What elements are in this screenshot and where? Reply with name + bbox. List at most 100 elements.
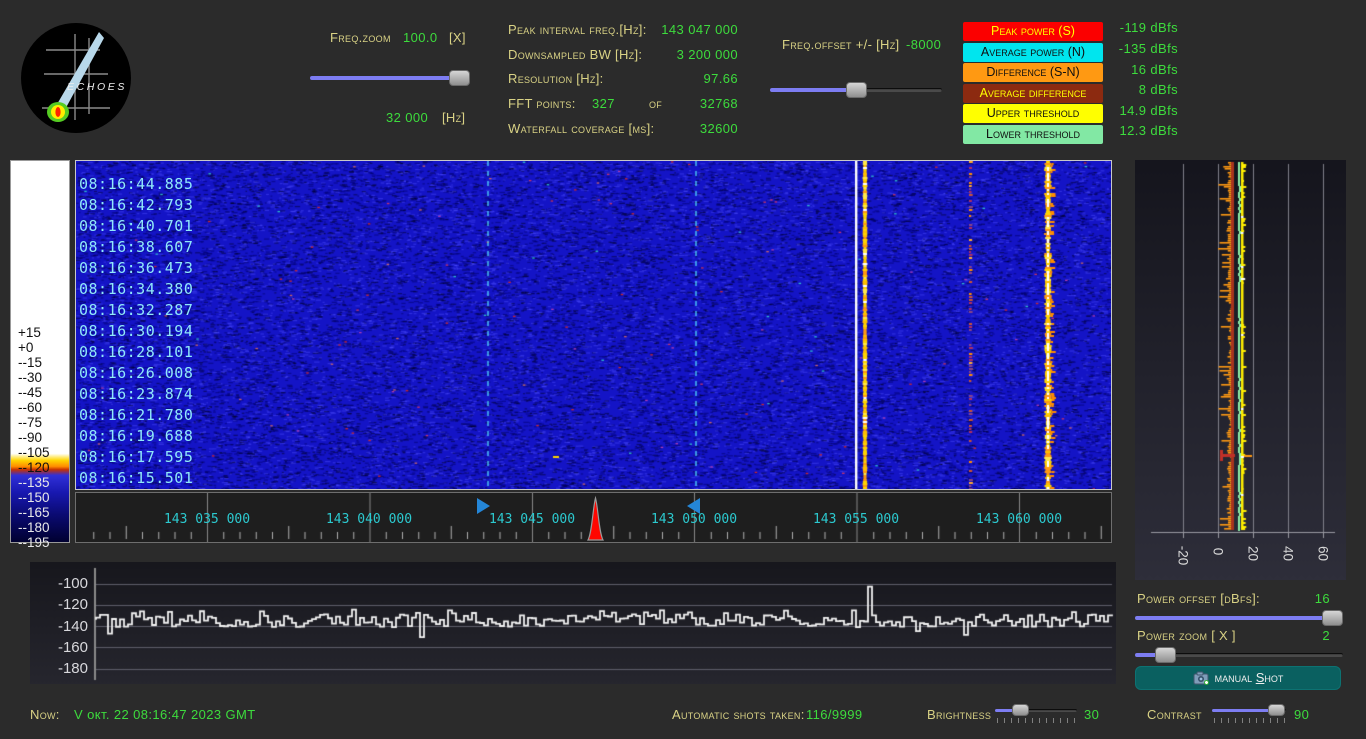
scale-label: --150 [18,490,50,505]
legend-label: Upper threshold [986,106,1080,120]
now-label: Now: [30,707,60,722]
freq-span-unit: [Hz] [442,110,466,125]
freq-zoom-unit: [X] [449,30,466,45]
average-difference-value: 8 dBfs [1138,82,1178,97]
spectrum-tick-label: 0 [1210,547,1226,556]
play-backward-button[interactable] [687,498,700,514]
spectrum-tick-label: 60 [1315,545,1331,562]
stat-waterfall-coverage: Waterfall coverage [ms]: 32600 [508,121,738,139]
power-spectrum-panel: -20 0 20 40 60 [1135,160,1346,580]
power-offset-label: Power offset [dBfs]: [1137,591,1260,606]
waterfall-timestamp: 08:16:38.607 [79,238,194,256]
contrast-slider-handle[interactable] [1268,704,1285,716]
legend-label: Lower threshold [986,126,1080,141]
waterfall-timestamp: 08:16:28.101 [79,343,194,361]
freq-offset-slider-fill [770,88,851,92]
freq-zoom-label: Freq.zoom [330,30,391,45]
stat-label: Peak interval freq.[Hz]: [508,22,647,37]
brightness-value: 30 [1084,707,1100,722]
scope-canvas [30,562,1116,684]
contrast-label: Contrast [1147,707,1202,722]
legend-average-difference-button[interactable]: Average difference [963,83,1103,103]
waterfall-timestamp: 08:16:17.595 [79,448,194,466]
freq-offset-slider-handle[interactable] [845,82,867,98]
stat-value: 143 047 000 [661,22,738,37]
svg-text:ECHOES: ECHOES [67,81,127,93]
waterfall-timestamp: 08:16:19.688 [79,427,194,445]
power-zoom-value: 2 [1322,628,1330,643]
freq-tick-label: 143 060 000 [975,512,1063,527]
power-offset-slider-handle[interactable] [1322,610,1343,626]
freq-tick-label: 143 045 000 [488,512,576,527]
stat-value: 97.66 [703,71,738,86]
peak-frequency-marker [587,495,604,541]
legend-average-power-button[interactable]: Average power (N) [963,42,1103,62]
waterfall-timestamp: 08:16:44.885 [79,175,194,193]
average-power-value: -135 dBfs [1118,41,1178,56]
freq-tick-label: 143 035 000 [163,512,251,527]
stat-downsampled-bw: Downsampled BW [Hz]: 3 200 000 [508,47,738,65]
freq-zoom-slider-handle[interactable] [449,70,470,86]
spectrum-tick-label: -20 [1175,545,1191,566]
shots-taken-label: Automatic shots taken: [672,707,805,722]
freq-zoom-slider-fill [310,76,470,80]
legend-difference-button[interactable]: Difference (S-N) [963,63,1103,82]
dbfs-color-scale: +15 +0 --15 --30 --45 --60 --75 --90 --1… [10,160,70,550]
stat-label: FFT points: [508,96,576,111]
waterfall-timestamp: 08:16:40.701 [79,217,194,235]
waterfall-display[interactable]: 08:16:44.885 08:16:42.793 08:16:40.701 0… [75,160,1112,490]
scale-label: --60 [18,400,43,415]
freq-zoom-slider[interactable] [310,70,470,86]
stat-fft-points: FFT points: 327 of 32768 [508,96,738,114]
scale-label: --75 [18,415,43,430]
now-value: V окт. 22 08:16:47 2023 GMT [74,707,256,722]
scale-label: --180 [18,520,50,535]
manual-shot-button[interactable]: manual Shot [1135,666,1341,690]
power-offset-value: 16 [1314,591,1330,606]
legend-label: Average difference [979,85,1087,100]
stat-value: 3 200 000 [676,47,738,62]
frequency-ruler[interactable]: 143 035 000 143 040 000 143 045 000 143 … [75,492,1112,543]
scale-label: --45 [18,385,43,400]
waterfall-timestamp: 08:16:36.473 [79,259,194,277]
camera-icon [1193,671,1209,685]
waterfall-timestamp: 08:16:42.793 [79,196,194,214]
waterfall-canvas[interactable] [76,161,1111,489]
power-zoom-slider-handle[interactable] [1155,647,1176,663]
peak-power-value: -119 dBfs [1119,20,1178,35]
scale-label: --135 [18,475,50,490]
shot-button-label: manual Shot [1214,670,1284,685]
freq-span-value: 32 000 [386,110,429,125]
stat-fft-total: 32768 [699,96,738,111]
echoes-logo: ECHOES [20,22,132,134]
freq-offset-label: Freq.offset +/- [Hz] [782,37,900,52]
contrast-slider[interactable] [1212,704,1286,717]
freq-zoom-value: 100.0 [403,30,438,45]
legend-upper-threshold-button[interactable]: Upper threshold [963,104,1103,123]
lower-threshold-value: 12.3 dBfs [1119,123,1178,138]
difference-value: 16 dBfs [1131,61,1178,77]
legend-lower-threshold-button[interactable]: Lower threshold [963,124,1103,144]
freq-offset-slider[interactable] [770,82,942,98]
stat-label: Waterfall coverage [ms]: [508,121,655,136]
power-offset-slider[interactable] [1135,610,1343,626]
stat-resolution: Resolution [Hz]: 97.66 [508,71,738,89]
brightness-slider-handle[interactable] [1012,704,1029,716]
contrast-slider-fill [1212,709,1275,712]
freq-tick-label: 143 050 000 [650,512,738,527]
legend-peak-power-button[interactable]: Peak power (S) [963,22,1103,41]
play-forward-button[interactable] [477,498,490,514]
legend-label: Peak power (S) [991,24,1075,38]
power-zoom-slider[interactable] [1135,647,1343,663]
shots-taken-value: 116/9999 [806,707,863,722]
scale-label: --105 [18,445,50,460]
scale-label: --15 [18,355,43,370]
freq-tick-label: 143 040 000 [325,512,413,527]
scope-y-label: -160 [57,639,88,656]
scope-y-label: -120 [57,596,88,613]
scale-label: --90 [18,430,43,445]
waterfall-timestamp: 08:16:30.194 [79,322,194,340]
spectrum-tick-label: 20 [1245,545,1261,562]
scope-y-label: -140 [57,618,88,635]
brightness-slider[interactable] [995,704,1077,717]
